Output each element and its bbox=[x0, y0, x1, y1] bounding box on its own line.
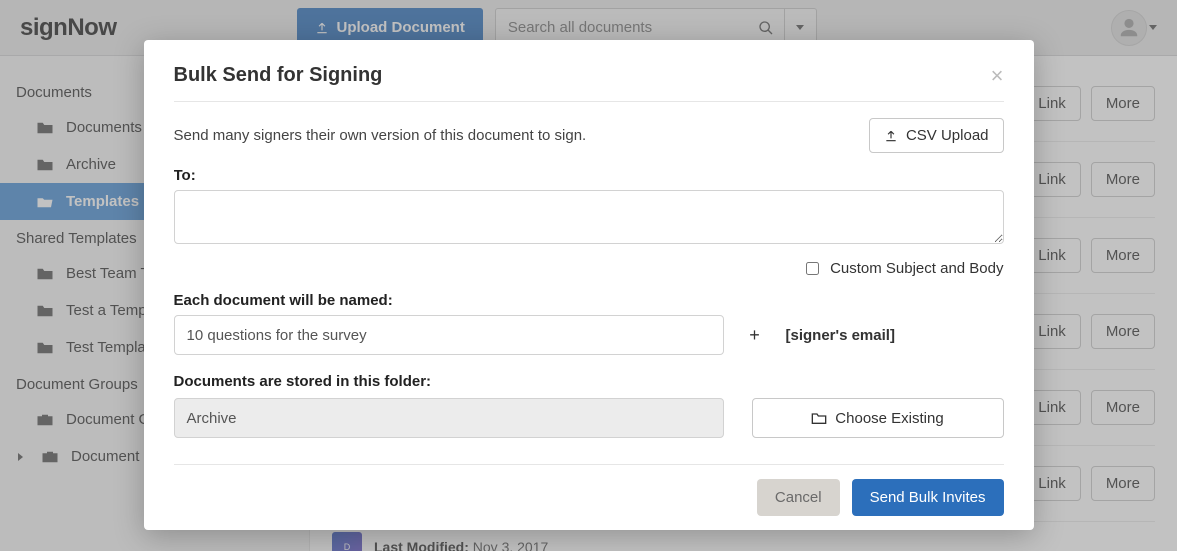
bulk-send-modal: Bulk Send for Signing × Send many signer… bbox=[144, 40, 1034, 530]
folder-display: Archive bbox=[174, 398, 724, 438]
upload-icon bbox=[884, 129, 898, 143]
custom-subject-checkbox[interactable] bbox=[806, 262, 819, 275]
choose-existing-button[interactable]: Choose Existing bbox=[752, 398, 1004, 438]
cancel-button[interactable]: Cancel bbox=[757, 479, 840, 516]
folder-label: Documents are stored in this folder: bbox=[174, 373, 1004, 390]
plus-separator: + bbox=[740, 325, 770, 346]
close-icon[interactable]: × bbox=[991, 65, 1004, 87]
send-bulk-invites-button[interactable]: Send Bulk Invites bbox=[852, 479, 1004, 516]
csv-upload-label: CSV Upload bbox=[906, 127, 989, 144]
doc-name-input[interactable] bbox=[174, 315, 724, 355]
each-doc-label: Each document will be named: bbox=[174, 292, 1004, 309]
modal-header: Bulk Send for Signing × bbox=[174, 64, 1004, 102]
custom-subject-label: Custom Subject and Body bbox=[830, 260, 1003, 277]
modal-body: Send many signers their own version of t… bbox=[174, 102, 1004, 464]
to-input[interactable] bbox=[174, 190, 1004, 244]
modal-overlay: Bulk Send for Signing × Send many signer… bbox=[0, 0, 1177, 551]
to-label: To: bbox=[174, 167, 1004, 184]
choose-existing-label: Choose Existing bbox=[835, 410, 943, 427]
modal-title: Bulk Send for Signing bbox=[174, 64, 383, 87]
modal-footer: Cancel Send Bulk Invites bbox=[174, 464, 1004, 516]
modal-description: Send many signers their own version of t… bbox=[174, 127, 587, 144]
folder-outline-icon bbox=[811, 411, 827, 425]
csv-upload-button[interactable]: CSV Upload bbox=[869, 118, 1004, 153]
signer-email-tag: [signer's email] bbox=[786, 327, 895, 344]
